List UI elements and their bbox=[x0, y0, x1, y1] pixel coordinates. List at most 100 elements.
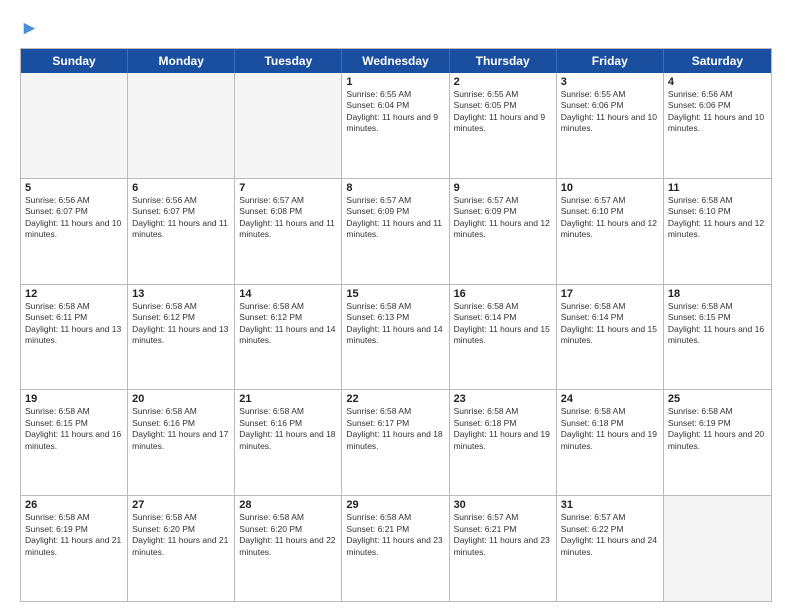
day-number: 12 bbox=[25, 288, 123, 300]
day-info: Sunrise: 6:58 AM Sunset: 6:21 PM Dayligh… bbox=[346, 512, 444, 558]
day-number: 26 bbox=[25, 499, 123, 511]
calendar-day-31: 31Sunrise: 6:57 AM Sunset: 6:22 PM Dayli… bbox=[557, 496, 664, 601]
calendar-body: 1Sunrise: 6:55 AM Sunset: 6:04 PM Daylig… bbox=[21, 73, 771, 601]
calendar-row-0: 1Sunrise: 6:55 AM Sunset: 6:04 PM Daylig… bbox=[21, 73, 771, 178]
header: ► bbox=[20, 18, 772, 40]
calendar: SundayMondayTuesdayWednesdayThursdayFrid… bbox=[20, 48, 772, 602]
calendar-day-7: 7Sunrise: 6:57 AM Sunset: 6:08 PM Daylig… bbox=[235, 179, 342, 284]
calendar-row-4: 26Sunrise: 6:58 AM Sunset: 6:19 PM Dayli… bbox=[21, 495, 771, 601]
header-day-friday: Friday bbox=[557, 49, 664, 73]
day-info: Sunrise: 6:58 AM Sunset: 6:18 PM Dayligh… bbox=[561, 406, 659, 452]
calendar-empty-cell bbox=[21, 73, 128, 178]
day-info: Sunrise: 6:58 AM Sunset: 6:19 PM Dayligh… bbox=[668, 406, 767, 452]
day-info: Sunrise: 6:58 AM Sunset: 6:18 PM Dayligh… bbox=[454, 406, 552, 452]
day-info: Sunrise: 6:57 AM Sunset: 6:09 PM Dayligh… bbox=[346, 195, 444, 241]
day-number: 9 bbox=[454, 182, 552, 194]
calendar-day-8: 8Sunrise: 6:57 AM Sunset: 6:09 PM Daylig… bbox=[342, 179, 449, 284]
calendar-row-2: 12Sunrise: 6:58 AM Sunset: 6:11 PM Dayli… bbox=[21, 284, 771, 390]
day-info: Sunrise: 6:58 AM Sunset: 6:13 PM Dayligh… bbox=[346, 301, 444, 347]
day-number: 30 bbox=[454, 499, 552, 511]
day-number: 31 bbox=[561, 499, 659, 511]
calendar-day-6: 6Sunrise: 6:56 AM Sunset: 6:07 PM Daylig… bbox=[128, 179, 235, 284]
day-number: 11 bbox=[668, 182, 767, 194]
calendar-empty-cell bbox=[235, 73, 342, 178]
day-number: 19 bbox=[25, 393, 123, 405]
day-number: 25 bbox=[668, 393, 767, 405]
day-number: 2 bbox=[454, 76, 552, 88]
day-number: 28 bbox=[239, 499, 337, 511]
day-number: 3 bbox=[561, 76, 659, 88]
calendar-day-29: 29Sunrise: 6:58 AM Sunset: 6:21 PM Dayli… bbox=[342, 496, 449, 601]
calendar-day-14: 14Sunrise: 6:58 AM Sunset: 6:12 PM Dayli… bbox=[235, 285, 342, 390]
day-info: Sunrise: 6:58 AM Sunset: 6:16 PM Dayligh… bbox=[239, 406, 337, 452]
calendar-day-18: 18Sunrise: 6:58 AM Sunset: 6:15 PM Dayli… bbox=[664, 285, 771, 390]
calendar-day-24: 24Sunrise: 6:58 AM Sunset: 6:18 PM Dayli… bbox=[557, 390, 664, 495]
day-number: 4 bbox=[668, 76, 767, 88]
day-number: 20 bbox=[132, 393, 230, 405]
calendar-day-21: 21Sunrise: 6:58 AM Sunset: 6:16 PM Dayli… bbox=[235, 390, 342, 495]
day-number: 29 bbox=[346, 499, 444, 511]
day-info: Sunrise: 6:55 AM Sunset: 6:04 PM Dayligh… bbox=[346, 89, 444, 135]
calendar-day-28: 28Sunrise: 6:58 AM Sunset: 6:20 PM Dayli… bbox=[235, 496, 342, 601]
calendar-day-26: 26Sunrise: 6:58 AM Sunset: 6:19 PM Dayli… bbox=[21, 496, 128, 601]
calendar-day-20: 20Sunrise: 6:58 AM Sunset: 6:16 PM Dayli… bbox=[128, 390, 235, 495]
calendar-day-27: 27Sunrise: 6:58 AM Sunset: 6:20 PM Dayli… bbox=[128, 496, 235, 601]
day-info: Sunrise: 6:58 AM Sunset: 6:14 PM Dayligh… bbox=[561, 301, 659, 347]
calendar-day-17: 17Sunrise: 6:58 AM Sunset: 6:14 PM Dayli… bbox=[557, 285, 664, 390]
header-day-thursday: Thursday bbox=[450, 49, 557, 73]
day-info: Sunrise: 6:58 AM Sunset: 6:12 PM Dayligh… bbox=[132, 301, 230, 347]
calendar-day-2: 2Sunrise: 6:55 AM Sunset: 6:05 PM Daylig… bbox=[450, 73, 557, 178]
day-number: 13 bbox=[132, 288, 230, 300]
day-info: Sunrise: 6:58 AM Sunset: 6:19 PM Dayligh… bbox=[25, 512, 123, 558]
day-number: 27 bbox=[132, 499, 230, 511]
day-number: 17 bbox=[561, 288, 659, 300]
calendar-day-3: 3Sunrise: 6:55 AM Sunset: 6:06 PM Daylig… bbox=[557, 73, 664, 178]
calendar-day-10: 10Sunrise: 6:57 AM Sunset: 6:10 PM Dayli… bbox=[557, 179, 664, 284]
day-number: 10 bbox=[561, 182, 659, 194]
day-number: 8 bbox=[346, 182, 444, 194]
day-info: Sunrise: 6:58 AM Sunset: 6:15 PM Dayligh… bbox=[668, 301, 767, 347]
calendar-day-5: 5Sunrise: 6:56 AM Sunset: 6:07 PM Daylig… bbox=[21, 179, 128, 284]
header-day-sunday: Sunday bbox=[21, 49, 128, 73]
day-number: 23 bbox=[454, 393, 552, 405]
calendar-row-1: 5 Sunrise: 6:56 AM Sunset: 6:07 PM Daylig… bbox=[21, 178, 771, 284]
calendar-day-1: 1Sunrise: 6:55 AM Sunset: 6:04 PM Daylig… bbox=[342, 73, 449, 178]
calendar-day-13: 13Sunrise: 6:58 AM Sunset: 6:12 PM Dayli… bbox=[128, 285, 235, 390]
calendar-day-23: 23Sunrise: 6:58 AM Sunset: 6:18 PM Dayli… bbox=[450, 390, 557, 495]
calendar-day-30: 30Sunrise: 6:57 AM Sunset: 6:21 PM Dayli… bbox=[450, 496, 557, 601]
day-info: Sunrise: 6:57 AM Sunset: 6:21 PM Dayligh… bbox=[454, 512, 552, 558]
calendar-day-12: 12Sunrise: 6:58 AM Sunset: 6:11 PM Dayli… bbox=[21, 285, 128, 390]
calendar-row-3: 19Sunrise: 6:58 AM Sunset: 6:15 PM Dayli… bbox=[21, 389, 771, 495]
day-info: Sunrise: 6:58 AM Sunset: 6:16 PM Dayligh… bbox=[132, 406, 230, 452]
day-info: Sunrise: 6:58 AM Sunset: 6:20 PM Dayligh… bbox=[239, 512, 337, 558]
day-info: Sunrise: 6:58 AM Sunset: 6:12 PM Dayligh… bbox=[239, 301, 337, 347]
day-info: Sunrise: 6:58 AM Sunset: 6:20 PM Dayligh… bbox=[132, 512, 230, 558]
day-number: 15 bbox=[346, 288, 444, 300]
logo-general: ► bbox=[20, 18, 39, 40]
day-number: 5 bbox=[25, 182, 123, 194]
day-info: Sunrise: 6:56 AM Sunset: 6:07 PM Dayligh… bbox=[132, 195, 230, 241]
day-info: Sunrise: 6:58 AM Sunset: 6:17 PM Dayligh… bbox=[346, 406, 444, 452]
calendar-day-15: 15Sunrise: 6:58 AM Sunset: 6:13 PM Dayli… bbox=[342, 285, 449, 390]
day-info: Sunrise: 6:58 AM Sunset: 6:14 PM Dayligh… bbox=[454, 301, 552, 347]
day-info: Sunrise: 6:58 AM Sunset: 6:10 PM Dayligh… bbox=[668, 195, 767, 241]
header-day-saturday: Saturday bbox=[664, 49, 771, 73]
day-info: Sunrise: 6:57 AM Sunset: 6:10 PM Dayligh… bbox=[561, 195, 659, 241]
calendar-day-19: 19Sunrise: 6:58 AM Sunset: 6:15 PM Dayli… bbox=[21, 390, 128, 495]
day-info: Sunrise: 6:58 AM Sunset: 6:11 PM Dayligh… bbox=[25, 301, 123, 347]
day-number: 1 bbox=[346, 76, 444, 88]
day-number: 22 bbox=[346, 393, 444, 405]
calendar-day-9: 9Sunrise: 6:57 AM Sunset: 6:09 PM Daylig… bbox=[450, 179, 557, 284]
calendar-day-25: 25Sunrise: 6:58 AM Sunset: 6:19 PM Dayli… bbox=[664, 390, 771, 495]
day-info: Sunrise: 6:55 AM Sunset: 6:06 PM Dayligh… bbox=[561, 89, 659, 135]
day-number: 24 bbox=[561, 393, 659, 405]
calendar-day-4: 4Sunrise: 6:56 AM Sunset: 6:06 PM Daylig… bbox=[664, 73, 771, 178]
day-info: Sunrise: 6:55 AM Sunset: 6:05 PM Dayligh… bbox=[454, 89, 552, 135]
page: ► SundayMondayTuesdayWednesdayThursdayFr… bbox=[0, 0, 792, 612]
calendar-header: SundayMondayTuesdayWednesdayThursdayFrid… bbox=[21, 49, 771, 73]
day-number: 6 bbox=[132, 182, 230, 194]
calendar-day-22: 22Sunrise: 6:58 AM Sunset: 6:17 PM Dayli… bbox=[342, 390, 449, 495]
day-number: 14 bbox=[239, 288, 337, 300]
calendar-day-11: 11Sunrise: 6:58 AM Sunset: 6:10 PM Dayli… bbox=[664, 179, 771, 284]
day-number: 7 bbox=[239, 182, 337, 194]
